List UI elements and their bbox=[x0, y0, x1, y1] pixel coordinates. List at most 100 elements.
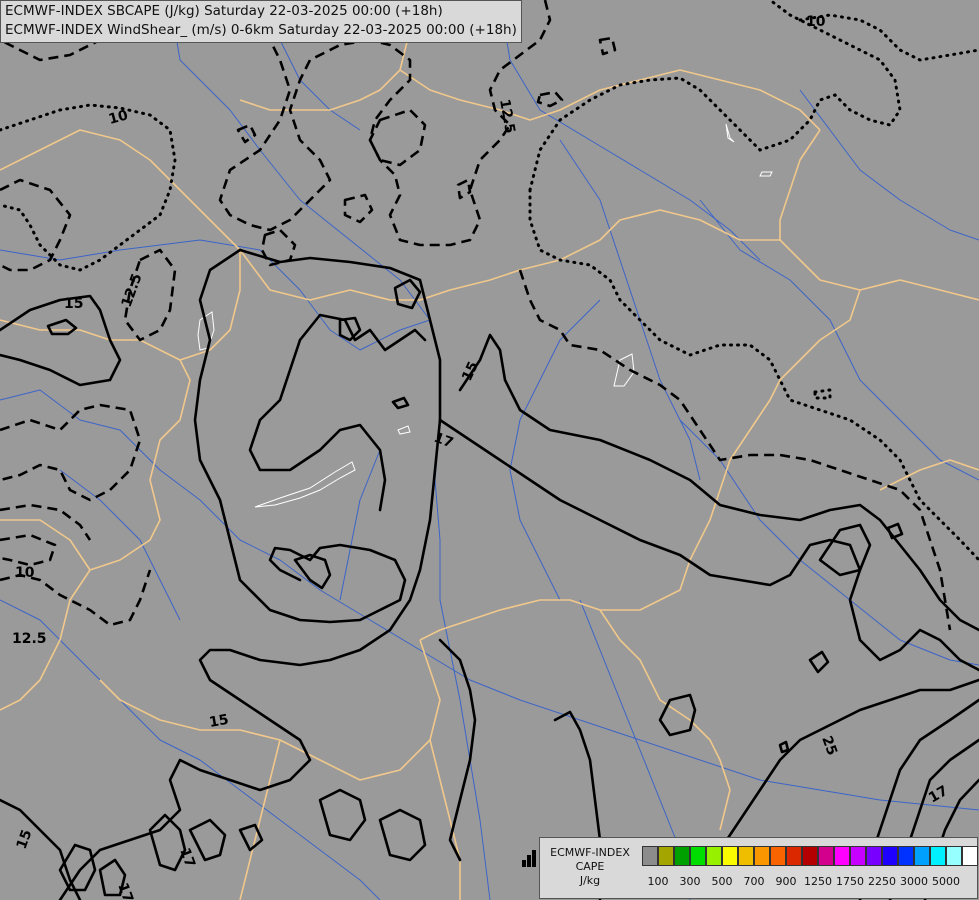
contour-labels: 10 10 10 12.5 12.5 12.5 15 15 15 15 17 1… bbox=[12, 14, 951, 900]
title-line-cape: ECMWF-INDEX SBCAPE (J/kg) Saturday 22-03… bbox=[5, 3, 443, 19]
contour-label: 12.5 bbox=[496, 98, 518, 135]
legend-swatch bbox=[706, 846, 722, 866]
legend-title-line2: CAPE bbox=[575, 860, 605, 873]
contour-line bbox=[0, 294, 122, 387]
contour-line bbox=[46, 318, 78, 336]
border-line bbox=[419, 639, 461, 900]
border-line bbox=[879, 459, 979, 491]
river-line bbox=[339, 449, 381, 601]
contour-label: 10 bbox=[107, 107, 130, 128]
contour-label: 10 bbox=[806, 14, 826, 30]
legend-title: ECMWF-INDEX CAPE J/kg bbox=[544, 846, 636, 888]
contour-label: 10 bbox=[15, 565, 35, 581]
contour-label: 15 bbox=[14, 828, 36, 852]
contour-label: 12.5 bbox=[12, 631, 47, 647]
contour-line bbox=[438, 418, 979, 672]
contour-line bbox=[378, 808, 427, 862]
contour-line bbox=[598, 36, 617, 56]
legend-tick-label: 300 bbox=[679, 875, 701, 888]
border-line bbox=[239, 739, 281, 900]
legend-swatch bbox=[882, 846, 898, 866]
legend-swatch bbox=[834, 846, 850, 866]
legend-swatch bbox=[914, 846, 930, 866]
legend-swatch bbox=[658, 846, 674, 866]
contour-line bbox=[343, 193, 374, 224]
legend-swatch bbox=[850, 846, 866, 866]
legend-swatch bbox=[722, 846, 738, 866]
contour-line bbox=[0, 103, 177, 272]
contour-line bbox=[778, 740, 790, 754]
legend-tick-label: 5000 bbox=[932, 875, 960, 888]
legend-title-line1: ECMWF-INDEX bbox=[550, 846, 630, 859]
contour-line bbox=[318, 788, 367, 842]
border-line bbox=[0, 129, 979, 301]
contour-line bbox=[528, 0, 902, 192]
contour-line bbox=[658, 693, 697, 737]
contour-line bbox=[886, 522, 904, 540]
country-borders bbox=[0, 0, 979, 900]
river-line bbox=[679, 419, 979, 666]
legend-swatch bbox=[738, 846, 754, 866]
border-line bbox=[399, 69, 821, 131]
bar-chart-icon bbox=[522, 850, 536, 867]
border-line bbox=[0, 519, 91, 571]
legend-swatch bbox=[786, 846, 802, 866]
legend-tick-label: 900 bbox=[775, 875, 797, 888]
contour-line bbox=[0, 178, 72, 272]
contour-line bbox=[518, 269, 952, 631]
lake-shape bbox=[759, 171, 773, 177]
border-line bbox=[599, 609, 731, 831]
legend-swatch bbox=[898, 846, 914, 866]
legend-swatch bbox=[802, 846, 818, 866]
border-line bbox=[779, 129, 821, 240]
legend-swatch bbox=[642, 846, 658, 866]
windshear-contours-dashed bbox=[0, 0, 952, 631]
contour-line bbox=[248, 338, 387, 512]
legend-tick-label: 2250 bbox=[868, 875, 896, 888]
contour-line bbox=[391, 396, 410, 410]
river-line bbox=[499, 0, 761, 261]
contour-line bbox=[456, 178, 472, 200]
contour-line bbox=[818, 523, 872, 577]
legend-tick-label: 700 bbox=[743, 875, 765, 888]
contour-label: 15 bbox=[208, 712, 230, 731]
cape-legend: ECMWF-INDEX CAPE J/kg 100 300 500 700 900 125… bbox=[539, 837, 978, 899]
legend-swatch bbox=[690, 846, 706, 866]
lake-shape bbox=[197, 311, 215, 351]
contour-line bbox=[0, 403, 142, 502]
legend-swatch bbox=[930, 846, 946, 866]
border-line bbox=[0, 319, 181, 361]
contour-label: 17 bbox=[432, 430, 456, 452]
contour-line bbox=[718, 678, 979, 852]
legend-swatch bbox=[674, 846, 690, 866]
river-line bbox=[509, 299, 601, 601]
legend-swatch bbox=[962, 846, 978, 866]
legend-swatches bbox=[642, 846, 978, 866]
contour-line bbox=[458, 333, 979, 632]
legend-swatch bbox=[754, 846, 770, 866]
contour-label: 12.5 bbox=[119, 271, 146, 309]
contour-label: 17 bbox=[114, 881, 136, 900]
contour-line bbox=[238, 823, 264, 852]
rivers bbox=[0, 0, 979, 900]
contour-line bbox=[808, 650, 830, 674]
contour-line bbox=[0, 533, 57, 567]
contour-label: 17 bbox=[176, 846, 198, 870]
contour-line bbox=[260, 228, 297, 267]
legend-swatch bbox=[866, 846, 882, 866]
windshear-contours-solid bbox=[0, 248, 979, 900]
legend-tick-label: 1250 bbox=[804, 875, 832, 888]
contour-line bbox=[293, 553, 332, 590]
contour-label: 17 bbox=[926, 783, 951, 807]
legend-tick-label: 100 bbox=[647, 875, 669, 888]
contour-line bbox=[528, 188, 979, 562]
legend-swatch bbox=[818, 846, 834, 866]
lake-shape bbox=[397, 425, 411, 435]
lake-shape bbox=[725, 123, 735, 143]
map-canvas: 10 10 10 12.5 12.5 12.5 15 15 15 15 17 1… bbox=[0, 0, 979, 900]
weather-map: 10 10 10 12.5 12.5 12.5 15 15 15 15 17 1… bbox=[0, 0, 979, 900]
title-line-windshear: ECMWF-INDEX WindShear_ (m/s) 0-6km Satur… bbox=[5, 22, 517, 38]
legend-ticks: 100 300 500 700 900 1250 1750 2250 3000 5000 bbox=[642, 875, 972, 889]
legend-tick-label: 3000 bbox=[900, 875, 928, 888]
legend-swatch bbox=[946, 846, 962, 866]
